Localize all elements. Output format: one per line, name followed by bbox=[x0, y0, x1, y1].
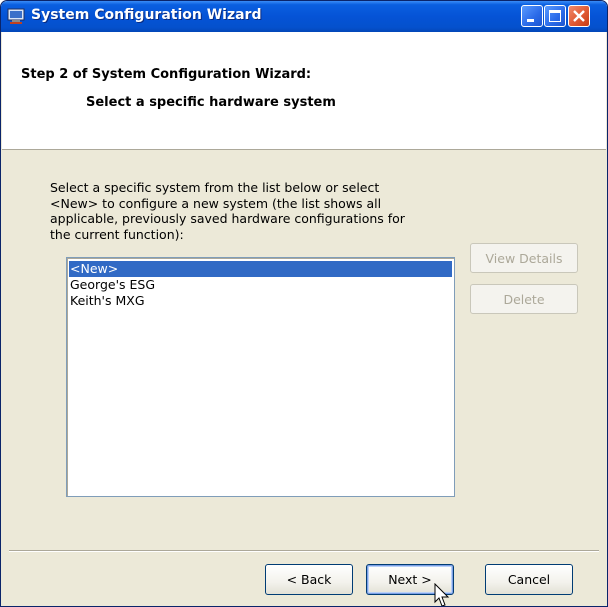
title-bar[interactable]: System Configuration Wizard bbox=[1, 1, 607, 32]
close-button[interactable] bbox=[568, 5, 590, 27]
delete-button[interactable]: Delete bbox=[470, 284, 578, 314]
minimize-button[interactable] bbox=[521, 5, 543, 27]
list-item-georges-esg[interactable]: George's ESG bbox=[69, 277, 452, 293]
systems-listbox[interactable]: <New> George's ESG Keith's MXG bbox=[66, 257, 455, 497]
instructions-line: Select a specific system from the list b… bbox=[50, 180, 380, 195]
list-item-new[interactable]: <New> bbox=[69, 261, 452, 277]
footer-divider bbox=[9, 550, 599, 552]
minimize-icon bbox=[527, 19, 534, 22]
instructions-text: Select a specific system from the list b… bbox=[50, 180, 480, 242]
maximize-icon bbox=[549, 10, 561, 22]
window-title: System Configuration Wizard bbox=[31, 7, 262, 23]
instructions-line: applicable, previously saved hardware co… bbox=[50, 211, 405, 226]
cancel-button[interactable]: Cancel bbox=[485, 564, 573, 595]
step-subtitle: Select a specific hardware system bbox=[86, 95, 336, 110]
mouse-cursor-icon bbox=[434, 583, 450, 606]
close-icon bbox=[573, 10, 585, 22]
instructions-line: the current function): bbox=[50, 226, 184, 242]
back-button[interactable]: < Back bbox=[265, 564, 353, 595]
wizard-header: Step 2 of System Configuration Wizard: S… bbox=[2, 32, 606, 150]
view-details-button[interactable]: View Details bbox=[470, 243, 578, 273]
wizard-window: System Configuration Wizard Step 2 of Sy… bbox=[0, 0, 608, 607]
app-icon bbox=[7, 8, 25, 24]
step-title: Step 2 of System Configuration Wizard: bbox=[21, 67, 312, 82]
list-item-keiths-mxg[interactable]: Keith's MXG bbox=[69, 293, 452, 309]
instructions-line: <New> to configure a new system (the lis… bbox=[50, 195, 382, 211]
maximize-button[interactable] bbox=[544, 5, 566, 27]
